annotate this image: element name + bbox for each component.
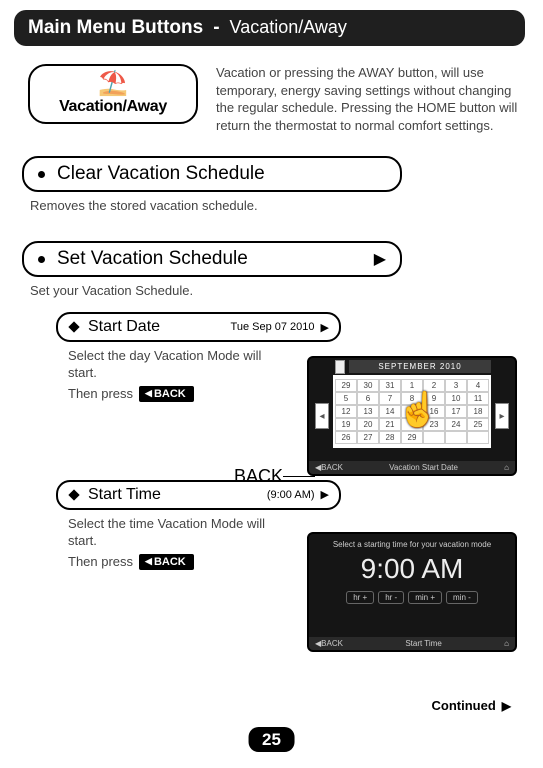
intro-paragraph: Vacation or pressing the AWAY button, wi… [216, 64, 525, 134]
min-plus-button: min + [408, 591, 442, 604]
set-vacation-label: Set Vacation Schedule [57, 248, 248, 270]
page-number: 25 [248, 730, 295, 750]
screen-back-label: ◀BACK [315, 463, 343, 472]
bullet-icon [38, 171, 45, 178]
start-date-label: Start Date [88, 318, 160, 336]
header-main-title: Main Menu Buttons [28, 17, 203, 39]
vacation-away-label: Vacation/Away [59, 98, 167, 116]
vacation-away-box: ⛱️ Vacation/Away [28, 64, 198, 124]
start-date-value: Tue Sep 07 2010 [231, 321, 315, 333]
chevron-right-icon: ▶ [374, 249, 386, 269]
continued-label: Continued [432, 698, 512, 713]
back-badge[interactable]: BACK [139, 554, 194, 570]
set-vacation-desc: Set your Vacation Schedule. [30, 283, 525, 298]
calendar-spiral-icon [335, 360, 345, 374]
time-screen-msg: Select a starting time for your vacation… [309, 534, 515, 551]
chevron-right-icon: ▶ [321, 321, 329, 334]
chevron-right-icon: ▶ [321, 488, 329, 501]
clear-vacation-schedule-button[interactable]: Clear Vacation Schedule [22, 156, 402, 192]
pointing-hand-icon: ☝ [397, 390, 439, 430]
bullet-icon [38, 256, 45, 263]
time-button-row: hr + hr - min + min - [309, 591, 515, 618]
back-pointer-label: BACK [234, 466, 315, 487]
back-badge[interactable]: BACK [139, 386, 194, 402]
start-date-desc: Select the day Vacation Mode will start. [68, 348, 268, 382]
screen-back-label: ◀BACK [315, 639, 343, 648]
pointer-line [283, 476, 315, 477]
start-time-desc: Select the time Vacation Mode will start… [68, 516, 268, 550]
page-header: Main Menu Buttons - Vacation/Away [14, 10, 525, 46]
diamond-icon [68, 322, 79, 333]
diamond-icon [68, 489, 79, 500]
min-minus-button: min - [446, 591, 478, 604]
clear-vacation-label: Clear Vacation Schedule [57, 163, 265, 185]
start-date-button[interactable]: Start Date Tue Sep 07 2010 ▶ [56, 312, 341, 342]
start-time-label: Start Time [88, 486, 161, 504]
calendar-screenshot: SEPTEMBER 2010 2930311234 567891011 1213… [307, 356, 517, 476]
home-icon: ⌂ [504, 463, 509, 472]
header-sub-title: Vacation/Away [230, 17, 347, 38]
hr-plus-button: hr + [346, 591, 374, 604]
home-icon: ⌂ [504, 639, 509, 648]
screen-title-label: Vacation Start Date [389, 463, 458, 472]
time-screen-value: 9:00 AM [309, 551, 515, 591]
umbrella-icon: ⛱️ [98, 72, 128, 96]
set-vacation-schedule-button[interactable]: Set Vacation Schedule ▶ [22, 241, 402, 277]
screen-title-label: Start Time [405, 639, 441, 648]
calendar-prev-icon: ◂ [315, 403, 329, 429]
hr-minus-button: hr - [378, 591, 404, 604]
calendar-next-icon: ▸ [495, 403, 509, 429]
clear-vacation-desc: Removes the stored vacation schedule. [30, 198, 525, 213]
header-dash: - [213, 17, 219, 39]
start-time-value: (9:00 AM) [267, 489, 315, 501]
calendar-month-label: SEPTEMBER 2010 [349, 360, 491, 373]
time-screenshot: Select a starting time for your vacation… [307, 532, 517, 652]
